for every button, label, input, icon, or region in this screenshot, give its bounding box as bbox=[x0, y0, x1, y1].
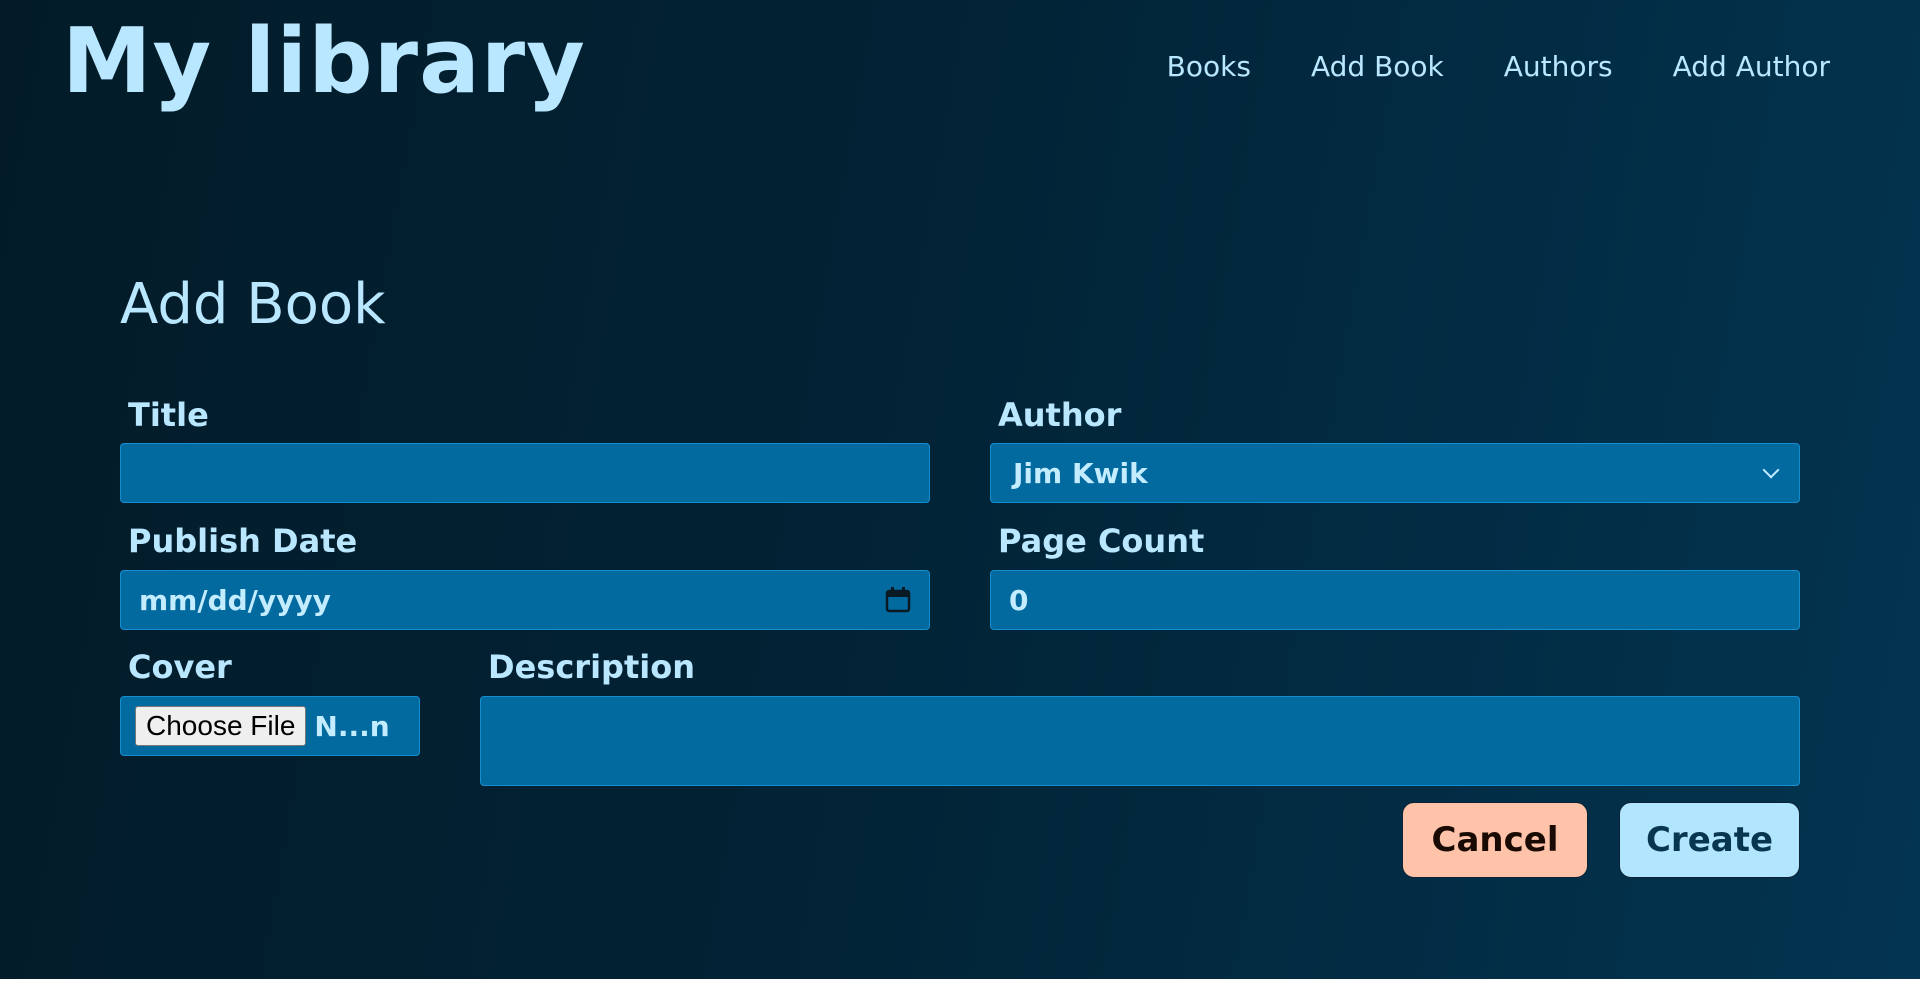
calendar-icon[interactable] bbox=[885, 587, 911, 613]
title-label: Title bbox=[128, 396, 209, 434]
cancel-button[interactable]: Cancel bbox=[1402, 802, 1588, 878]
cover-label: Cover bbox=[128, 648, 232, 686]
page-title: Add Book bbox=[120, 272, 386, 337]
nav-authors-link[interactable]: Authors bbox=[1504, 50, 1613, 83]
page-count-input[interactable] bbox=[990, 570, 1800, 630]
publish-date-input[interactable]: mm/dd/yyyy bbox=[120, 570, 930, 630]
nav-add-author-link[interactable]: Add Author bbox=[1673, 50, 1830, 83]
publish-date-placeholder: mm/dd/yyyy bbox=[139, 583, 331, 617]
chevron-down-icon bbox=[1762, 461, 1780, 479]
main-nav: Books Add Book Authors Add Author bbox=[1107, 50, 1830, 83]
create-button[interactable]: Create bbox=[1619, 802, 1800, 878]
choose-file-button[interactable]: Choose File bbox=[135, 706, 307, 746]
app-root: My library Books Add Book Authors Add Au… bbox=[0, 0, 1920, 979]
nav-books-link[interactable]: Books bbox=[1167, 50, 1251, 83]
author-label: Author bbox=[998, 396, 1122, 434]
author-select[interactable]: Jim Kwik bbox=[990, 443, 1800, 503]
description-label: Description bbox=[488, 648, 695, 686]
site-title[interactable]: My library bbox=[62, 12, 586, 111]
nav-add-book-link[interactable]: Add Book bbox=[1311, 50, 1444, 83]
author-select-value: Jim Kwik bbox=[1013, 456, 1148, 490]
file-status: N...n bbox=[314, 709, 390, 743]
publish-date-label: Publish Date bbox=[128, 522, 358, 560]
title-input[interactable] bbox=[120, 443, 930, 503]
page-count-label: Page Count bbox=[998, 522, 1205, 560]
cover-file-input[interactable]: Choose File N...n bbox=[120, 696, 420, 756]
description-textarea[interactable] bbox=[480, 696, 1800, 786]
